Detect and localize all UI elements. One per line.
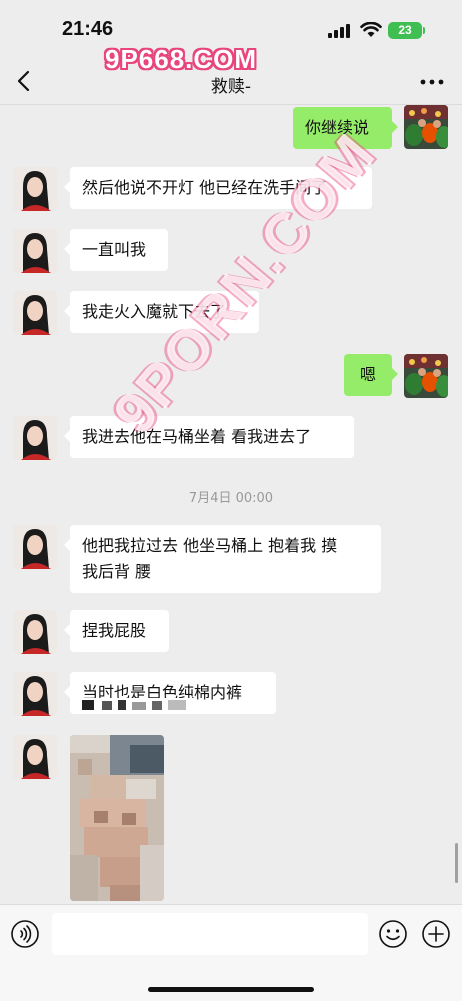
input-bar: [0, 904, 462, 1001]
image-message-pixelated[interactable]: [70, 735, 164, 901]
message-input[interactable]: [52, 913, 368, 955]
chat-title: 救赎-: [210, 77, 252, 97]
pixelated-photo-icon: [70, 735, 164, 901]
contact-avatar[interactable]: [13, 735, 57, 779]
contact-avatar[interactable]: [13, 672, 57, 716]
chat-timestamp: 7月4日 00:00: [188, 491, 274, 506]
more-dots-icon[interactable]: [420, 78, 444, 86]
message-bubble-received[interactable]: 我走火入魔就下去了: [64, 291, 259, 333]
woman-portrait-icon: [13, 610, 57, 654]
woman-portrait-icon: [13, 291, 57, 335]
scrollbar[interactable]: [455, 843, 458, 883]
battery-tip: [423, 27, 425, 34]
home-indicator[interactable]: [148, 987, 314, 992]
status-time: 21:46: [62, 18, 114, 40]
message-bubble-sent[interactable]: 嗯: [344, 354, 398, 396]
message-bubble-received[interactable]: 然后他说不开灯 他已经在洗手间了: [64, 167, 372, 209]
contact-avatar[interactable]: [13, 291, 57, 335]
contact-avatar[interactable]: [13, 525, 57, 569]
woman-portrait-icon: [13, 416, 57, 460]
contact-avatar[interactable]: [13, 167, 57, 211]
self-avatar[interactable]: [404, 354, 448, 398]
self-avatar[interactable]: [404, 105, 448, 149]
emoji-icon[interactable]: [378, 919, 408, 949]
plus-icon[interactable]: [421, 919, 451, 949]
woman-portrait-icon: [13, 735, 57, 779]
nav-bar: 救赎-: [0, 60, 462, 105]
voice-icon[interactable]: [10, 919, 40, 949]
contact-avatar[interactable]: [13, 610, 57, 654]
battery-indicator: 23: [388, 22, 422, 39]
message-bubble-received[interactable]: 捏我屁股: [64, 610, 169, 652]
wifi-icon: [360, 22, 382, 37]
woman-portrait-icon: [13, 525, 57, 569]
contact-avatar[interactable]: [13, 416, 57, 460]
message-bubble-sent[interactable]: 你继续说: [293, 107, 398, 149]
crowd-photo-icon: [404, 354, 448, 398]
message-bubble-received[interactable]: 我进去他在马桶坐着 看我进去了: [64, 416, 354, 458]
signal-icon: [328, 24, 350, 38]
woman-portrait-icon: [13, 229, 57, 273]
message-line: 我后背 腰: [82, 562, 152, 581]
woman-portrait-icon: [13, 167, 57, 211]
message-bubble-received[interactable]: 一直叫我: [64, 229, 168, 271]
message-line: 他把我拉过去 他坐马桶上 抱着我 摸: [82, 536, 338, 555]
censor-mosaic-strip: [72, 698, 196, 712]
woman-portrait-icon: [13, 672, 57, 716]
crowd-photo-icon: [404, 105, 448, 149]
contact-avatar[interactable]: [13, 229, 57, 273]
message-bubble-received[interactable]: 他把我拉过去 他坐马桶上 抱着我 摸 我后背 腰: [64, 525, 381, 593]
